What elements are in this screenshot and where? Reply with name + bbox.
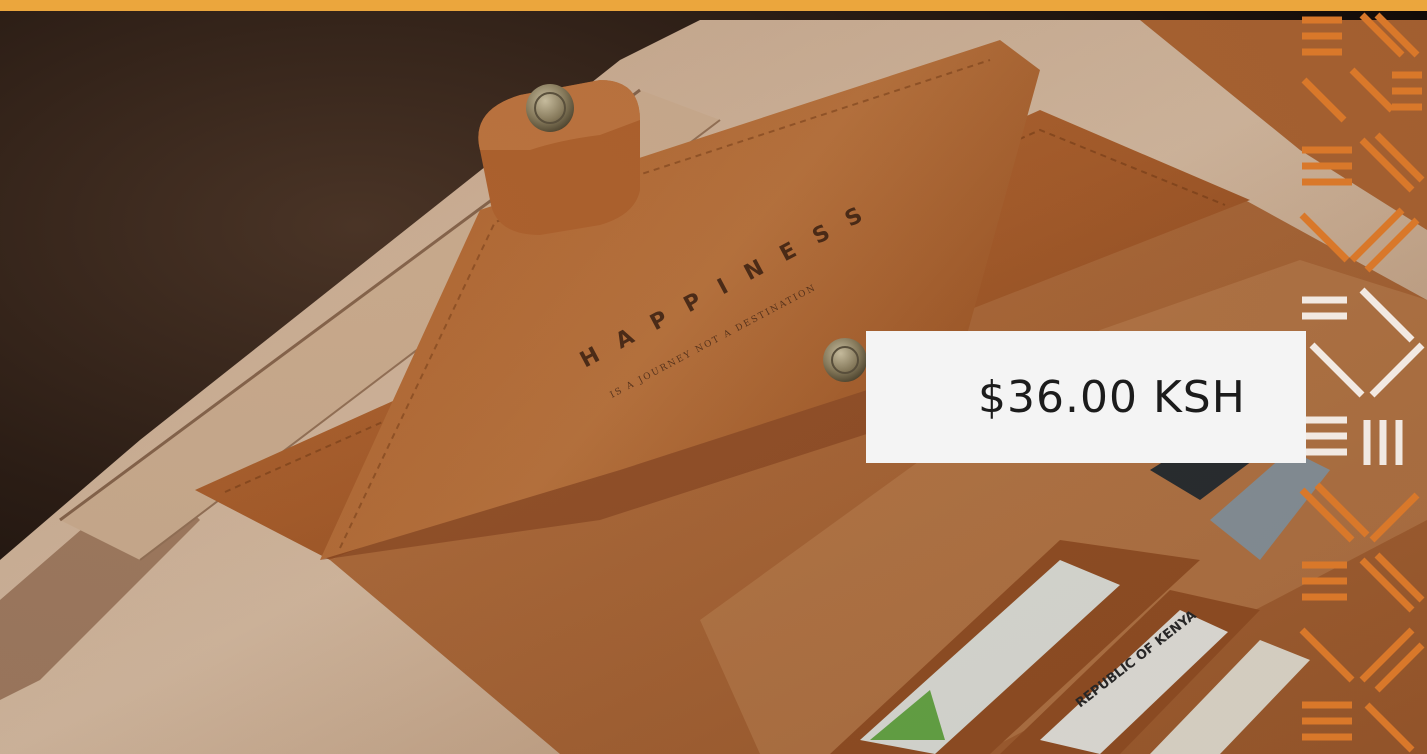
product-banner: HAPPINESS IS A JOURNEY NOT A DESTINATION… [0,0,1427,754]
geometric-pattern [1299,12,1425,753]
price-label: $36.00 KSH [978,371,1246,423]
accent-bar [0,0,1427,11]
price-tag: $36.00 KSH [866,331,1306,463]
